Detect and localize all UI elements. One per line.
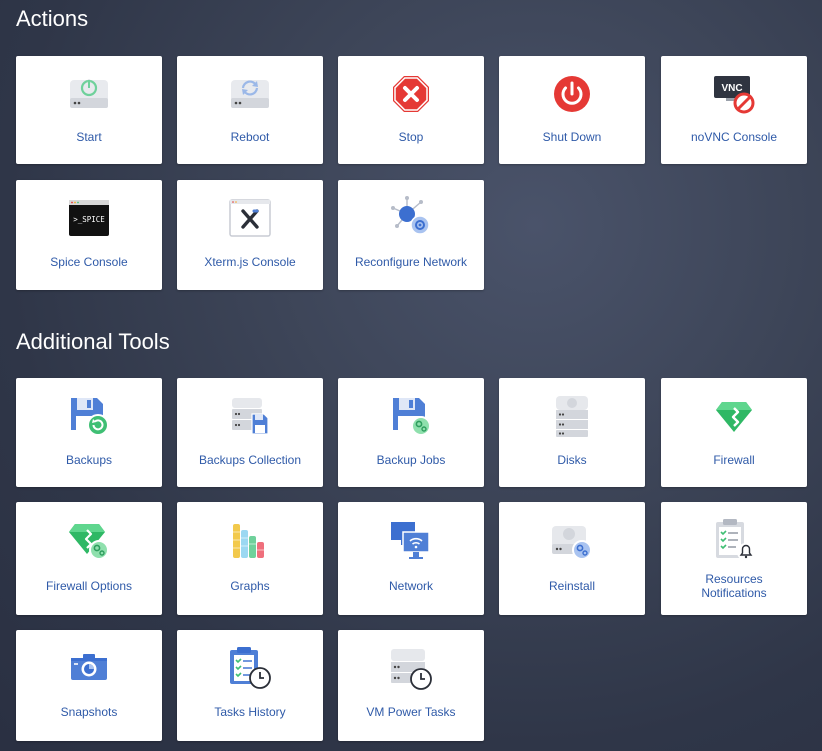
spice-console-tile[interactable]: >_SPICE Spice Console (16, 180, 162, 290)
bar-cylinders-icon (226, 516, 274, 564)
novnc-console-tile[interactable]: VNC noVNC Console (661, 56, 807, 164)
start-tile[interactable]: Start (16, 56, 162, 164)
tile-label: Backup Jobs (376, 453, 446, 467)
monitors-wifi-icon (387, 516, 435, 564)
reinstall-tile[interactable]: Reinstall (499, 502, 645, 615)
server-clock-icon (387, 644, 435, 692)
vnc-disabled-icon: VNC (710, 70, 758, 118)
tile-label: Graphs (230, 579, 270, 593)
svg-text:>_SPICE: >_SPICE (73, 215, 105, 224)
backup-jobs-tile[interactable]: Backup Jobs (338, 378, 484, 487)
reconfigure-network-tile[interactable]: Reconfigure Network (338, 180, 484, 290)
clipboard-clock-icon (226, 644, 274, 692)
spice-terminal-icon: >_SPICE (65, 194, 113, 242)
tile-label: Firewall (713, 453, 755, 467)
tile-label: noVNC Console (690, 130, 778, 144)
power-drive-icon (65, 70, 113, 118)
power-red-icon (548, 70, 596, 118)
tile-label: Backups Collection (198, 453, 302, 467)
additional-tools-heading: Additional Tools (16, 329, 170, 354)
network-tile[interactable]: Network (338, 502, 484, 615)
tile-label: Tasks History (214, 705, 286, 719)
graphs-tile[interactable]: Graphs (177, 502, 323, 615)
firewall-tile[interactable]: Firewall (661, 378, 807, 487)
stop-tile[interactable]: Stop (338, 56, 484, 164)
network-gear-icon (387, 194, 435, 242)
backups-collection-tile[interactable]: Backups Collection (177, 378, 323, 487)
drive-gear-icon (548, 516, 596, 564)
camera-icon (65, 644, 113, 692)
backups-tile[interactable]: Backups (16, 378, 162, 487)
tile-label: VM Power Tasks (366, 705, 456, 719)
tile-label: Reinstall (548, 579, 596, 593)
tile-label: Stop (398, 130, 424, 144)
server-floppy-icon (226, 392, 274, 440)
tile-label: Shut Down (542, 130, 602, 144)
actions-heading: Actions (16, 6, 89, 31)
reboot-tile[interactable]: Reboot (177, 56, 323, 164)
tile-label: Firewall Options (45, 579, 133, 593)
tile-label: Backups (65, 453, 113, 467)
disk-stack-icon (548, 392, 596, 440)
firewall-options-tile[interactable]: Firewall Options (16, 502, 162, 615)
stop-octagon-icon (387, 70, 435, 118)
shut-down-tile[interactable]: Shut Down (499, 56, 645, 164)
tile-label: Xterm.js Console (204, 255, 296, 269)
snapshots-tile[interactable]: Snapshots (16, 630, 162, 741)
floppy-gear-icon (387, 392, 435, 440)
xterm-console-tile[interactable]: Xterm.js Console (177, 180, 323, 290)
tile-label: Reconfigure Network (354, 255, 468, 269)
gem-shield-icon (710, 392, 758, 440)
tile-label: Snapshots (60, 705, 118, 719)
xterm-window-icon (226, 194, 274, 242)
svg-text:VNC: VNC (721, 83, 742, 94)
gem-gear-icon (65, 516, 113, 564)
tile-label: Disks (557, 453, 587, 467)
label-line-1: Resources (705, 572, 763, 586)
resources-notifications-tile[interactable]: Resources Notifications (661, 502, 807, 615)
label-line-2: Notifications (701, 586, 767, 600)
tile-label: Spice Console (50, 255, 128, 269)
floppy-restore-icon (65, 392, 113, 440)
tile-label: Reboot (230, 130, 270, 144)
tasks-history-tile[interactable]: Tasks History (177, 630, 323, 741)
tile-label: Network (388, 579, 433, 593)
reboot-drive-icon (226, 70, 274, 118)
tile-label: Resources Notifications (665, 572, 803, 600)
vm-power-tasks-tile[interactable]: VM Power Tasks (338, 630, 484, 741)
disks-tile[interactable]: Disks (499, 378, 645, 487)
clipboard-bell-icon (710, 516, 758, 564)
tile-label: Start (76, 130, 102, 144)
